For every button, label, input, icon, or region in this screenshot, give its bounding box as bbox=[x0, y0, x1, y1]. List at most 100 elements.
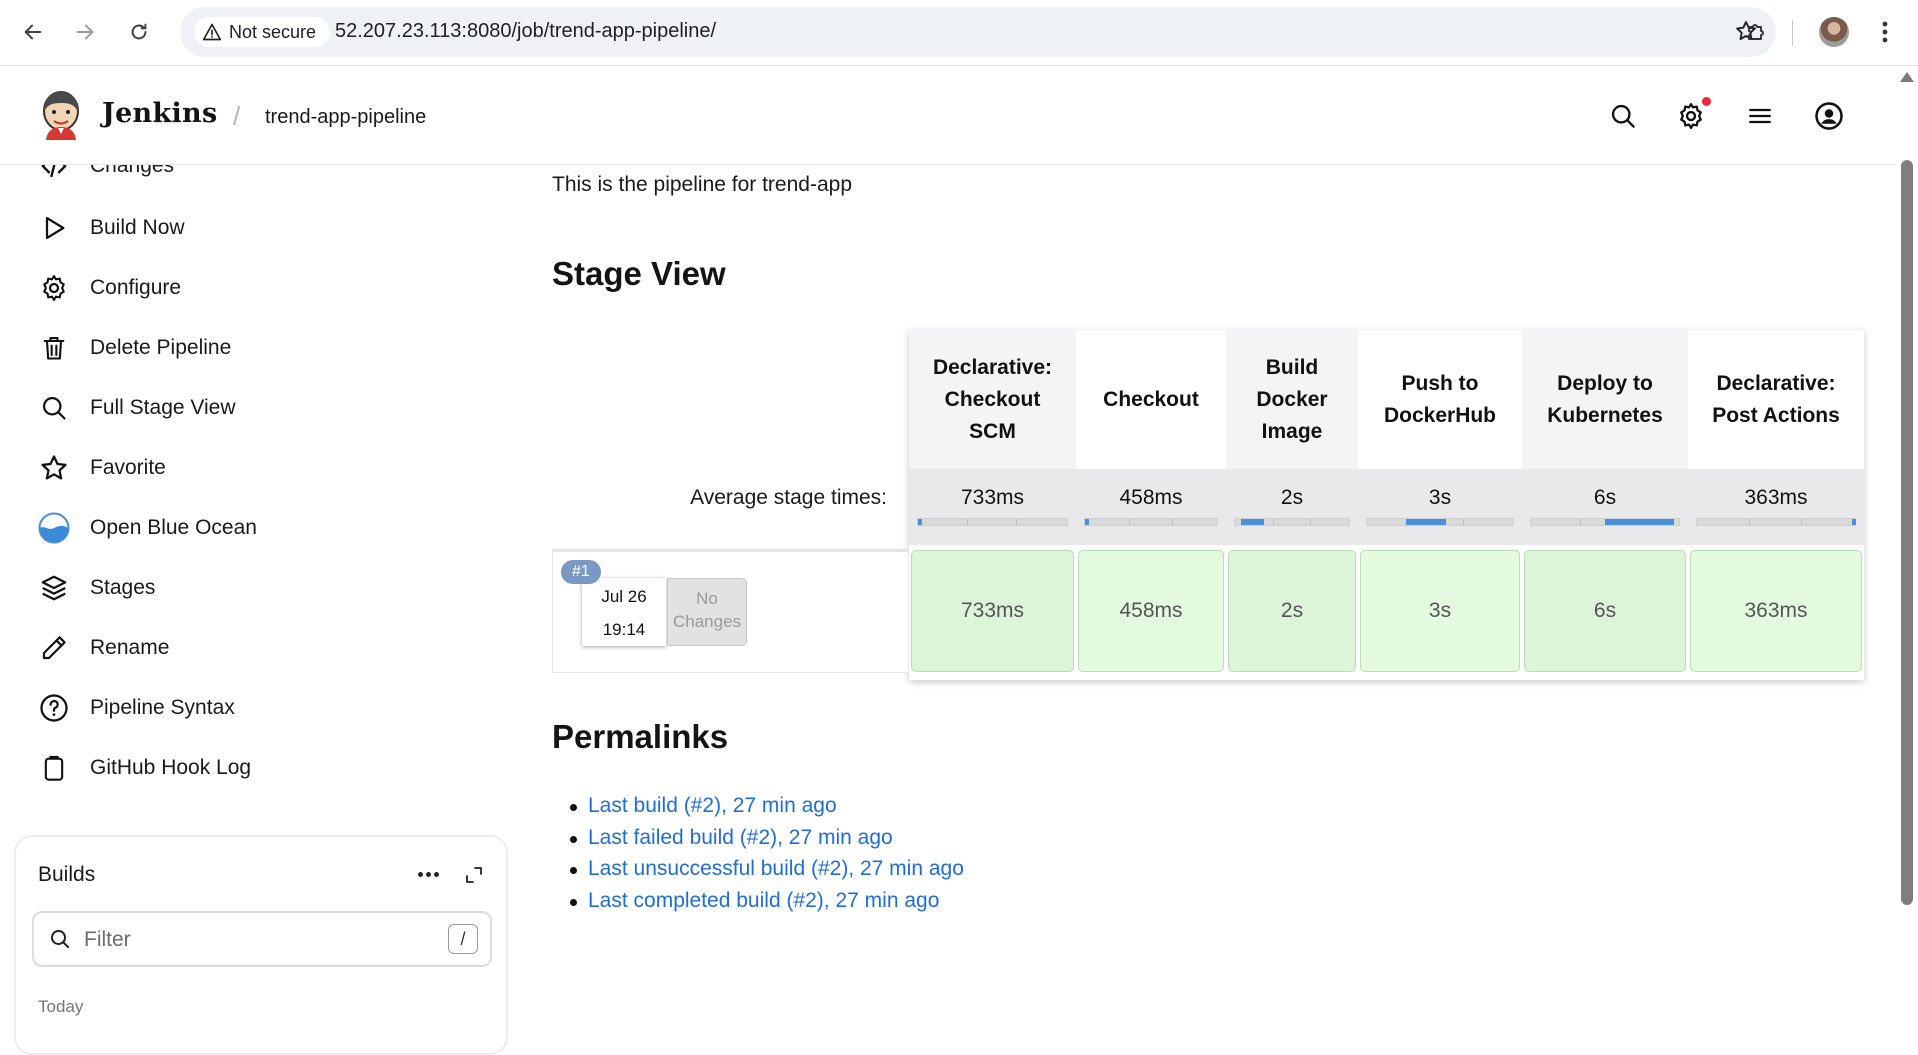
build-number-badge[interactable]: #1 bbox=[561, 560, 601, 584]
stage-run-cell[interactable]: 363ms bbox=[1690, 550, 1862, 672]
stage-progress-bar bbox=[917, 518, 1068, 526]
gear-icon bbox=[38, 272, 70, 304]
stage-name: Declarative: Checkout SCM bbox=[932, 355, 1053, 443]
security-label: Not secure bbox=[229, 21, 317, 42]
progress-fill bbox=[1406, 519, 1447, 525]
build-date-box[interactable]: Jul 26 19:14 bbox=[582, 578, 666, 646]
breadcrumb-separator: / bbox=[233, 101, 241, 131]
permalink-last-failed-build[interactable]: Last failed build (#2), 27 min ago bbox=[588, 826, 893, 849]
forward-button[interactable] bbox=[66, 13, 104, 51]
permalink-last-completed-build[interactable]: Last completed build (#2), 27 min ago bbox=[588, 889, 939, 912]
sidebar-item-github-hook-log[interactable]: GitHub Hook Log bbox=[38, 750, 251, 786]
browser-menu-button[interactable] bbox=[1870, 14, 1900, 50]
progress-fill bbox=[918, 519, 922, 525]
no-changes-box[interactable]: No Changes bbox=[667, 578, 747, 646]
stage-progress-bar bbox=[1696, 518, 1856, 526]
puzzle-icon bbox=[1748, 24, 1764, 40]
stage-run-time: 733ms bbox=[960, 599, 1025, 622]
stage-name: Declarative: Post Actions bbox=[1712, 371, 1840, 427]
jenkins-logo[interactable] bbox=[38, 90, 84, 142]
menu-button[interactable] bbox=[1743, 99, 1777, 133]
permalink-last-unsuccessful-build[interactable]: Last unsuccessful build (#2), 27 min ago bbox=[588, 857, 964, 880]
warning-icon bbox=[202, 23, 222, 41]
permalinks-heading: Permalinks bbox=[552, 718, 729, 755]
sidebar-item-label: Full Stage View bbox=[90, 396, 236, 419]
stage-average-time: 6s bbox=[1593, 486, 1617, 509]
stage-average-time: 733ms bbox=[960, 486, 1025, 509]
sidebar-item-configure[interactable]: Configure bbox=[38, 270, 181, 306]
user-account-button[interactable] bbox=[1812, 99, 1846, 133]
menu-icon bbox=[1749, 108, 1771, 124]
stage-name: Build Docker Image bbox=[1256, 355, 1328, 443]
url-text[interactable]: 52.207.23.113:8080/job/trend-app-pipelin… bbox=[335, 20, 716, 43]
stage-header: Deploy to Kubernetes bbox=[1522, 330, 1688, 469]
more-options-icon[interactable] bbox=[411, 859, 445, 889]
back-arrow-icon bbox=[24, 24, 42, 40]
sidebar-item-delete-pipeline[interactable]: Delete Pipeline bbox=[38, 330, 231, 366]
progress-tick bbox=[1172, 519, 1174, 525]
reload-icon bbox=[131, 23, 147, 40]
expand-icon[interactable] bbox=[460, 861, 488, 889]
stage-progress-bar bbox=[1084, 518, 1218, 526]
builds-panel: Builds / Today bbox=[14, 835, 508, 1055]
sidebar-item-build-now[interactable]: Build Now bbox=[38, 210, 185, 246]
search-button[interactable] bbox=[1606, 99, 1640, 133]
stage-average-cell: 3s bbox=[1358, 469, 1522, 545]
sidebar-item-pipeline-syntax[interactable]: Pipeline Syntax bbox=[38, 690, 235, 726]
build-time: 19:14 bbox=[602, 620, 646, 639]
progress-tick bbox=[967, 519, 969, 525]
stage-name: Deploy to Kubernetes bbox=[1547, 371, 1663, 427]
manage-jenkins-button[interactable] bbox=[1674, 97, 1711, 133]
permalink-last-build[interactable]: Last build (#2), 27 min ago bbox=[588, 794, 837, 817]
stage-average-time: 2s bbox=[1280, 486, 1304, 509]
stage-run-cell[interactable]: 458ms bbox=[1078, 550, 1224, 672]
notification-dot bbox=[1702, 97, 1711, 106]
sidebar-item-label: Favorite bbox=[90, 456, 166, 479]
sidebar-item-label: Delete Pipeline bbox=[90, 336, 232, 359]
sidebar-item-favorite[interactable]: Favorite bbox=[38, 450, 166, 486]
progress-tick bbox=[1801, 519, 1803, 525]
manage-gear-icon bbox=[1680, 103, 1702, 129]
sidebar-item-rename[interactable]: Rename bbox=[38, 630, 169, 666]
security-chip[interactable]: Not secure bbox=[194, 17, 331, 47]
stage-average-time: 458ms bbox=[1119, 486, 1183, 509]
search-icon bbox=[38, 392, 70, 424]
reload-button[interactable] bbox=[120, 13, 158, 51]
permalinks-list: Last build (#2), 27 min ago Last failed … bbox=[570, 794, 964, 921]
stage-average-cell: 733ms bbox=[909, 469, 1076, 545]
list-item: Last completed build (#2), 27 min ago bbox=[570, 889, 964, 921]
stage-run-time: 2s bbox=[1280, 599, 1304, 622]
scrollbar-thumb[interactable] bbox=[1901, 160, 1913, 905]
back-button[interactable] bbox=[14, 13, 52, 51]
sidebar-item-stages[interactable]: Stages bbox=[38, 570, 155, 606]
profile-avatar[interactable] bbox=[1816, 14, 1852, 50]
sidebar-item-label: Stages bbox=[90, 576, 156, 599]
stage-name: Push to DockerHub bbox=[1383, 371, 1497, 427]
trash-icon bbox=[38, 332, 70, 364]
list-item: Last build (#2), 27 min ago bbox=[570, 794, 964, 826]
progress-tick bbox=[1310, 519, 1312, 525]
app-title[interactable]: Jenkins bbox=[102, 98, 217, 129]
builds-filter[interactable]: / bbox=[32, 911, 492, 967]
stage-average-cell: 2s bbox=[1226, 469, 1358, 545]
breadcrumb[interactable]: trend-app-pipeline bbox=[265, 106, 426, 129]
scroll-up-arrow-icon[interactable] bbox=[1900, 72, 1914, 82]
sidebar-item-open-blue-ocean[interactable]: Open Blue Ocean bbox=[38, 510, 257, 546]
sidebar-item-full-stage-view[interactable]: Full Stage View bbox=[38, 390, 236, 426]
stage-run-time: 458ms bbox=[1119, 599, 1183, 622]
extensions-button[interactable] bbox=[1738, 14, 1774, 50]
progress-fill bbox=[1085, 519, 1089, 525]
address-bar[interactable]: Not secure 52.207.23.113:8080/job/trend-… bbox=[180, 7, 1776, 57]
stage-run-time: 3s bbox=[1428, 599, 1452, 622]
stage-run-time: 363ms bbox=[1744, 599, 1808, 622]
filter-input[interactable] bbox=[84, 925, 424, 955]
list-item: Last unsuccessful build (#2), 27 min ago bbox=[570, 857, 964, 889]
stage-run-cell[interactable]: 733ms bbox=[911, 550, 1074, 672]
stage-run-cell[interactable]: 3s bbox=[1360, 550, 1520, 672]
browser-toolbar: Not secure 52.207.23.113:8080/job/trend-… bbox=[0, 0, 1918, 66]
toolbar-separator bbox=[1792, 20, 1793, 46]
kebab-menu-icon bbox=[1882, 21, 1888, 43]
search-icon bbox=[1611, 104, 1635, 128]
stage-run-cell[interactable]: 2s bbox=[1228, 550, 1356, 672]
stage-run-cell[interactable]: 6s bbox=[1524, 550, 1686, 672]
